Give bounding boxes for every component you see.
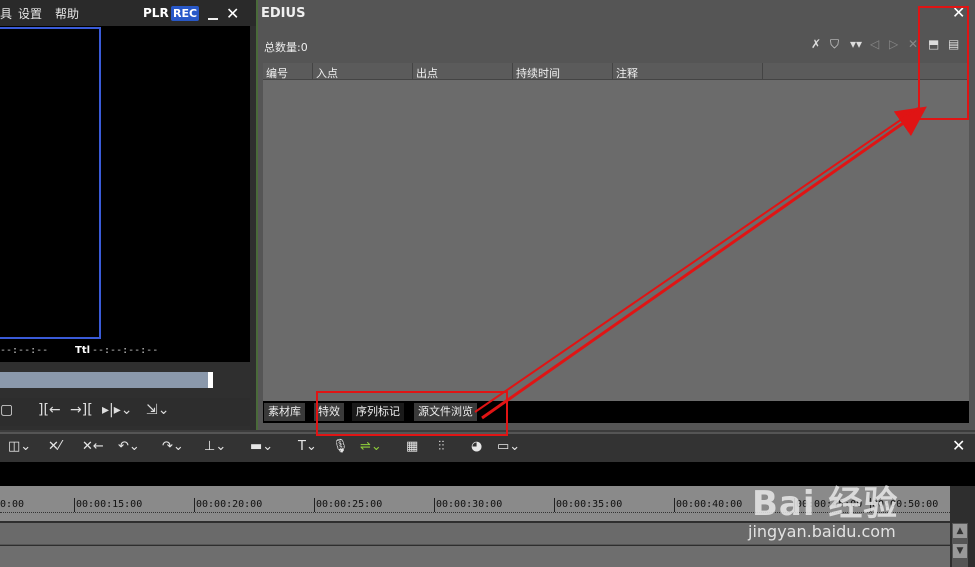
- ruler-tick: [434, 498, 435, 512]
- column-header-out[interactable]: 出点: [416, 65, 438, 81]
- scrub-handle[interactable]: [208, 372, 213, 388]
- ruler-tick: [674, 498, 675, 512]
- ruler-tick: [314, 498, 315, 512]
- total-count-label: 总数量:0: [264, 41, 308, 54]
- ruler-label: 00:00:15:00: [76, 499, 143, 510]
- menu-item-tools[interactable]: 具: [0, 5, 12, 22]
- menu-item-help[interactable]: 帮助: [55, 5, 79, 22]
- baidu-watermark-logo: Bai 经验: [752, 484, 899, 524]
- safe-frame: [0, 27, 101, 339]
- multicam-icon[interactable]: ▦: [406, 439, 418, 454]
- plr-mode-button[interactable]: PLR: [143, 6, 169, 20]
- layout-icon[interactable]: ▭⌄: [497, 439, 520, 454]
- menu-item-settings[interactable]: 设置: [18, 5, 42, 22]
- set-marker-icon[interactable]: ⛉: [830, 37, 839, 52]
- mode-icon[interactable]: ◫⌄: [8, 439, 31, 454]
- marker-list[interactable]: [263, 63, 969, 401]
- insert-to-timeline-icon[interactable]: ⇲⌄: [146, 402, 169, 418]
- trim-icon[interactable]: ▬⌄: [250, 439, 273, 454]
- timecode-total: --:--:--:--: [92, 345, 159, 356]
- timeline-toolbar: [0, 434, 975, 462]
- mixer-icon[interactable]: ⫶⫶: [438, 439, 445, 454]
- undo-icon[interactable]: ↶⌄: [118, 439, 140, 454]
- timecode-in: --:--:--: [0, 345, 49, 356]
- player-scrub-bar[interactable]: [0, 372, 213, 388]
- delete-ripple-icon[interactable]: ✕⁄: [48, 439, 61, 454]
- minimize-button[interactable]: [208, 18, 218, 20]
- loop-icon[interactable]: ▢: [0, 402, 13, 418]
- render-icon[interactable]: ⇌⌄: [360, 439, 382, 454]
- ruler-tick: [554, 498, 555, 512]
- annotation-box-toolbar: [918, 6, 969, 120]
- marker-inout-icon[interactable]: ▾▾: [850, 37, 862, 51]
- jump-to-out-icon[interactable]: →][: [70, 402, 93, 418]
- clear-marker-icon[interactable]: ✗: [811, 37, 821, 51]
- close-player-button[interactable]: ✕: [226, 4, 239, 23]
- column-divider[interactable]: [612, 63, 613, 80]
- column-divider[interactable]: [512, 63, 513, 80]
- ruler-tick: [194, 498, 195, 512]
- column-header-duration[interactable]: 持续时间: [516, 65, 560, 81]
- annotation-box-tabs: [316, 391, 508, 436]
- ruler-label: 00:00:20:00: [196, 499, 263, 510]
- column-divider[interactable]: [762, 63, 763, 80]
- add-edit-icon[interactable]: ⊥⌄: [204, 439, 226, 454]
- title-icon[interactable]: T⌄: [298, 439, 317, 454]
- ruler-label: 00:00:30:00: [436, 499, 503, 510]
- rec-mode-button[interactable]: REC: [171, 6, 199, 21]
- ruler-label: 00:00:35:00: [556, 499, 623, 510]
- close-timeline-button[interactable]: ✕: [952, 436, 965, 455]
- tab-bin[interactable]: 素材库: [264, 403, 305, 421]
- column-header-comment[interactable]: 注释: [616, 65, 638, 81]
- panel-title: EDIUS: [261, 6, 306, 21]
- baidu-watermark-url: jingyan.baidu.com: [748, 522, 896, 541]
- ruler-tick: [74, 498, 75, 512]
- cut-icon[interactable]: ✕←: [82, 439, 104, 454]
- column-header-number[interactable]: 编号: [266, 65, 288, 81]
- edius-workspace: 具 设置 帮助 PLR REC ✕ --:--:-- Ttl --:--:--:…: [0, 0, 975, 567]
- column-header-in[interactable]: 入点: [316, 65, 338, 81]
- timecode-total-label: Ttl: [75, 345, 91, 356]
- timeline-track[interactable]: [0, 546, 950, 567]
- ruler-label: 0:00: [0, 499, 25, 510]
- color-wheel-icon[interactable]: ◕: [471, 439, 482, 454]
- jump-to-in-icon[interactable]: ][←: [38, 402, 61, 418]
- ruler-label: 00:00:40:00: [676, 499, 743, 510]
- mark-in-out-icon[interactable]: ▸|▸⌄: [102, 402, 133, 418]
- delete-marker-icon[interactable]: ✕: [908, 37, 918, 51]
- scroll-down-button[interactable]: ▼: [953, 544, 967, 558]
- next-marker-icon[interactable]: ▷: [889, 37, 898, 51]
- prev-marker-icon[interactable]: ◁: [870, 37, 879, 51]
- microphone-icon[interactable]: 🎙: [332, 439, 349, 454]
- ruler-label: 00:00:25:00: [316, 499, 383, 510]
- redo-icon[interactable]: ↷⌄: [162, 439, 184, 454]
- scroll-up-button[interactable]: ▲: [953, 524, 967, 538]
- column-divider[interactable]: [312, 63, 313, 80]
- column-divider[interactable]: [412, 63, 413, 80]
